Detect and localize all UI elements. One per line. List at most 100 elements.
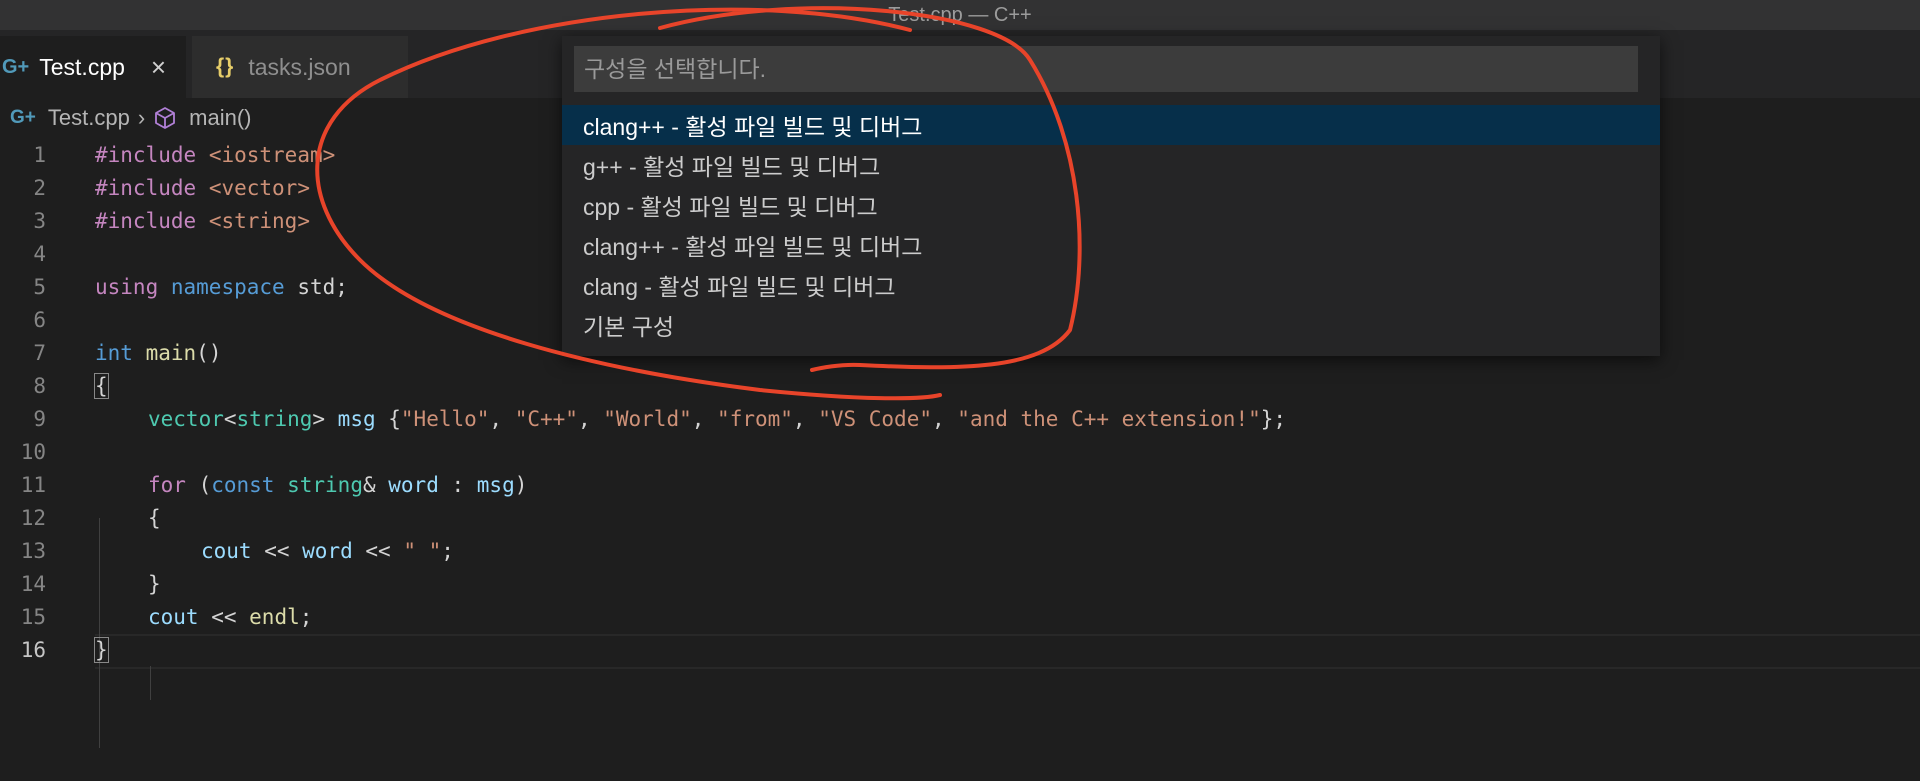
token: () (196, 340, 222, 365)
code-line: 10 (0, 435, 1920, 468)
token: , (577, 406, 604, 431)
line-number: 16 (20, 637, 46, 662)
token: " " (403, 538, 442, 563)
configuration-search-input[interactable] (574, 46, 1638, 92)
token: main (145, 340, 197, 365)
token: ) (514, 472, 528, 497)
tab-label: Test.cpp (39, 53, 125, 80)
configuration-option[interactable]: g++ - 활성 파일 빌드 및 디버그 (562, 145, 1660, 185)
line-number: 2 (33, 175, 46, 200)
symbol-method-icon (155, 107, 176, 129)
breadcrumb-file[interactable]: Test.cpp (48, 105, 130, 131)
configuration-list: clang++ - 활성 파일 빌드 및 디버그 g++ - 활성 파일 빌드 … (562, 105, 1660, 345)
token: for (148, 472, 186, 497)
configuration-quick-pick: clang++ - 활성 파일 빌드 및 디버그 g++ - 활성 파일 빌드 … (562, 36, 1660, 356)
token: , (489, 406, 515, 431)
token: , (792, 406, 819, 431)
line-number: 1 (33, 142, 46, 167)
token: ( (185, 472, 212, 497)
line-number: 12 (20, 505, 46, 530)
line-number: 3 (33, 208, 46, 233)
token: endl (249, 604, 300, 629)
token: ; (299, 604, 313, 629)
tab-label: tasks.json (248, 53, 351, 80)
configuration-option[interactable]: clang - 활성 파일 빌드 및 디버그 (562, 265, 1660, 305)
token: < (223, 406, 237, 431)
token: msg (337, 406, 376, 431)
token: string (287, 472, 363, 497)
cpp-file-icon: G+ (10, 107, 36, 128)
configuration-option[interactable]: 기본 구성 (562, 305, 1660, 345)
token: "from" (717, 406, 793, 431)
line-number: 11 (20, 472, 46, 497)
token: << (198, 604, 250, 629)
line-number: 13 (20, 538, 46, 563)
code-line: 16 } (0, 633, 1920, 666)
code-line: 15 cout << endl; (0, 600, 1920, 633)
line-number: 6 (33, 307, 46, 332)
token: vector (148, 406, 224, 431)
close-icon[interactable]: × (151, 54, 166, 80)
breadcrumb-symbol[interactable]: main() (189, 105, 251, 131)
tab-tasks-json[interactable]: {} tasks.json (192, 36, 408, 98)
token: "World" (603, 406, 692, 431)
token: << (352, 538, 404, 563)
token: #include (95, 142, 197, 167)
token: string (236, 406, 313, 431)
token: "C++" (514, 406, 578, 431)
indent-guide (150, 666, 151, 700)
token: #include (95, 208, 197, 233)
cpp-file-icon: G+ (2, 55, 30, 78)
configuration-option[interactable]: clang++ - 활성 파일 빌드 및 디버그 (562, 105, 1660, 145)
matching-brace: } (94, 636, 109, 663)
code-line: 8 { (0, 369, 1920, 402)
token: <vector> (208, 175, 310, 200)
token: cout (148, 604, 199, 629)
token: } (148, 571, 161, 596)
window-title: Test.cpp — C++ (888, 3, 1032, 26)
token: , (932, 406, 958, 431)
token: }; (1260, 406, 1287, 431)
code-line: 12 { (0, 501, 1920, 534)
token: ; (441, 538, 454, 563)
token: int (95, 340, 133, 365)
token: std; (284, 274, 348, 299)
token: using (95, 274, 159, 299)
token: #include (95, 175, 197, 200)
token: << (251, 538, 303, 563)
line-number: 5 (33, 274, 46, 299)
token: "VS Code" (818, 406, 932, 431)
token: { (375, 406, 401, 431)
tab-test-cpp[interactable]: G+ Test.cpp × (0, 36, 186, 98)
matching-brace: { (94, 372, 109, 399)
token: "and the C++ extension!" (957, 406, 1261, 431)
chevron-right-icon: › (137, 105, 146, 130)
token: cout (201, 538, 252, 563)
token: { (148, 505, 161, 530)
token: <iostream> (208, 142, 336, 167)
code-line: 13 cout << word << " "; (0, 534, 1920, 567)
line-number: 4 (33, 241, 46, 266)
line-number: 9 (33, 406, 46, 431)
token: namespace (170, 274, 285, 299)
configuration-option[interactable]: cpp - 활성 파일 빌드 및 디버그 (562, 185, 1660, 225)
json-file-icon: {} (216, 55, 235, 78)
line-number: 15 (20, 604, 46, 629)
token: & (362, 472, 389, 497)
configuration-option[interactable]: clang++ - 활성 파일 빌드 및 디버그 (562, 225, 1660, 265)
line-number: 10 (20, 439, 46, 464)
code-line: 11 for (const string& word : msg) (0, 468, 1920, 501)
token: word (302, 538, 353, 563)
window-title-bar: Test.cpp — C++ (0, 0, 1920, 30)
code-line: 14 } (0, 567, 1920, 600)
token: , (691, 406, 718, 431)
code-line: 9 vector<string> msg {"Hello", "C++", "W… (0, 402, 1920, 435)
token: "Hello" (400, 406, 490, 431)
token: : (438, 472, 477, 497)
